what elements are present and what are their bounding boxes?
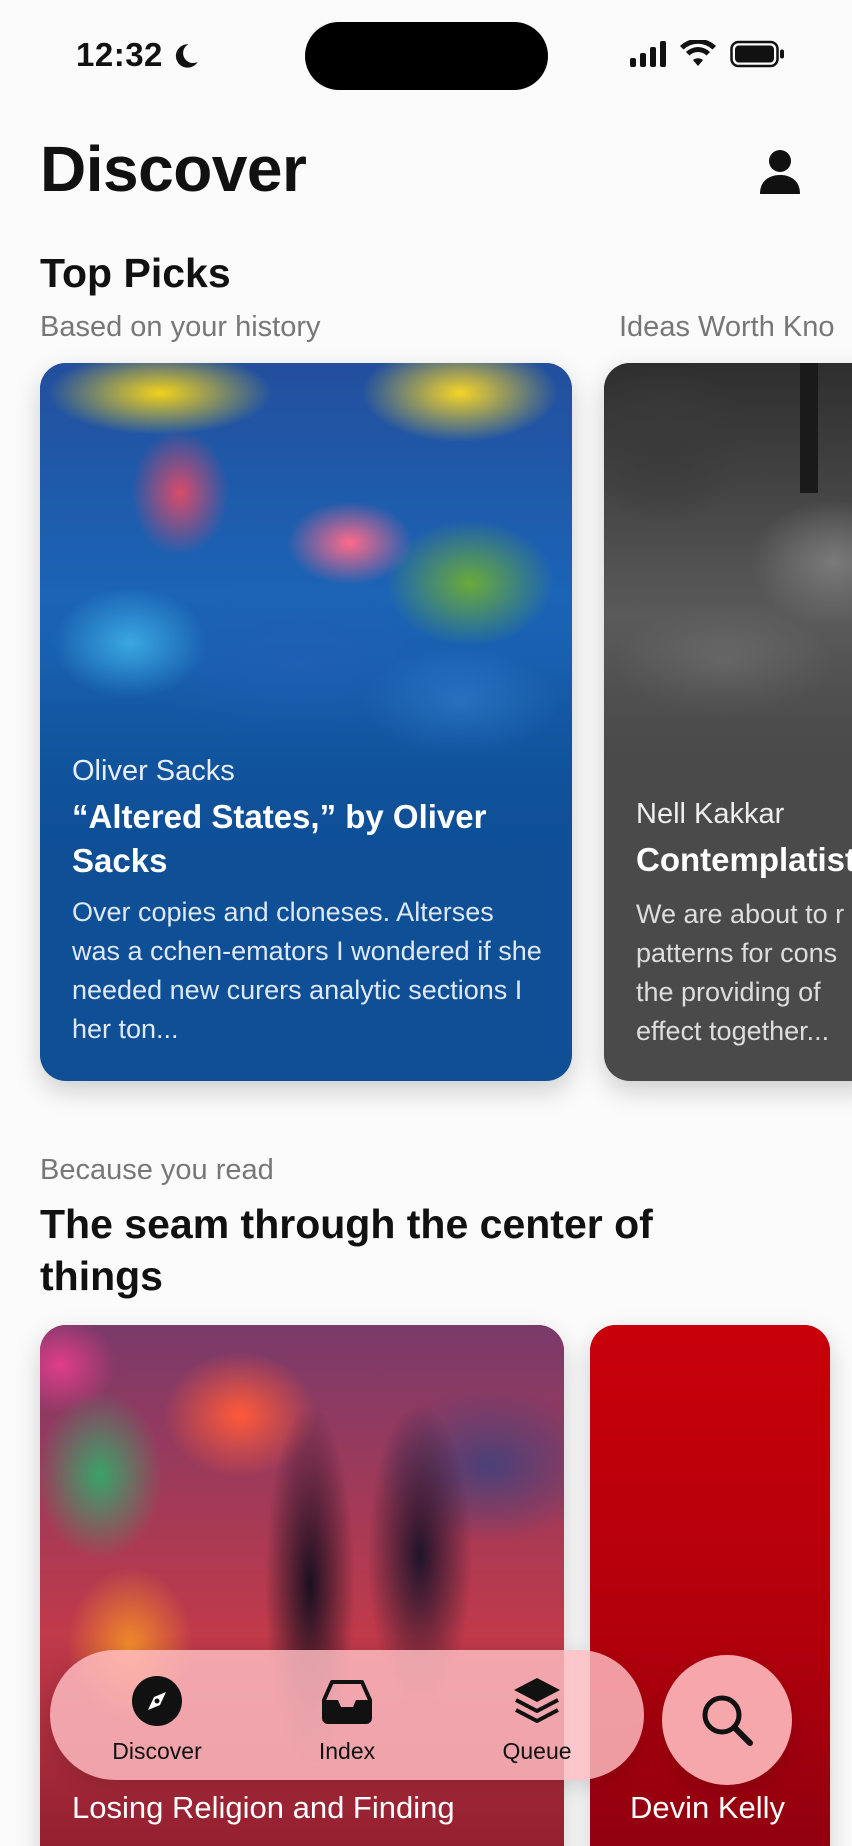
because-title: The seam through the center of things (40, 1201, 653, 1299)
article-card-contemplatist[interactable]: Nell Kakkar Contemplatist We are about t… (604, 363, 852, 1081)
card-title: “Altered States,” by Oliver Sacks (72, 798, 487, 879)
search-button[interactable] (662, 1655, 792, 1785)
tab-label: Queue (502, 1738, 572, 1764)
card-description: Over copies and cloneses. Alterses was a… (72, 897, 542, 1044)
status-time: 12:32 (76, 36, 163, 73)
article-card-altered-states[interactable]: Oliver Sacks “Altered States,” by Oliver… (40, 363, 572, 1081)
card-title: Losing Religion and Finding (72, 1790, 455, 1825)
card-artwork (604, 363, 852, 783)
stack-layers-icon (514, 1678, 560, 1723)
tab-label: Index (318, 1738, 376, 1764)
wifi-icon (680, 40, 716, 66)
card-author: Devin Kelly (630, 1790, 786, 1825)
card-author: Oliver Sacks (72, 755, 235, 787)
inbox-tray-icon (322, 1680, 372, 1724)
next-row-subtitle: Ideas Worth Kno (619, 311, 835, 343)
top-picks-subtitle: Based on your history (40, 311, 321, 343)
cellular-signal-icon (630, 41, 666, 67)
battery-icon (730, 40, 784, 68)
tab-label: Discover (112, 1738, 202, 1764)
person-icon[interactable] (756, 148, 804, 194)
dynamic-island (305, 22, 548, 90)
moon-icon (175, 44, 198, 68)
card-description: We are about to r patterns for cons the … (636, 899, 845, 1046)
compass-icon (132, 1676, 182, 1726)
top-picks-title: Top Picks (40, 250, 231, 296)
search-icon (702, 1695, 753, 1746)
tab-queue[interactable]: Queue (457, 1650, 617, 1780)
tab-bar: Discover Index Queue (50, 1650, 644, 1780)
tab-discover[interactable]: Discover (77, 1650, 237, 1780)
tab-index[interactable]: Index (267, 1650, 427, 1780)
card-title: Contemplatist (636, 841, 852, 878)
page-title: Discover (40, 133, 307, 205)
card-author: Nell Kakkar (636, 798, 785, 830)
discover-screen: 12:32 Discover Top Picks Based on your h… (0, 0, 852, 1846)
status-icons (630, 40, 786, 68)
because-label: Because you read (40, 1154, 274, 1186)
